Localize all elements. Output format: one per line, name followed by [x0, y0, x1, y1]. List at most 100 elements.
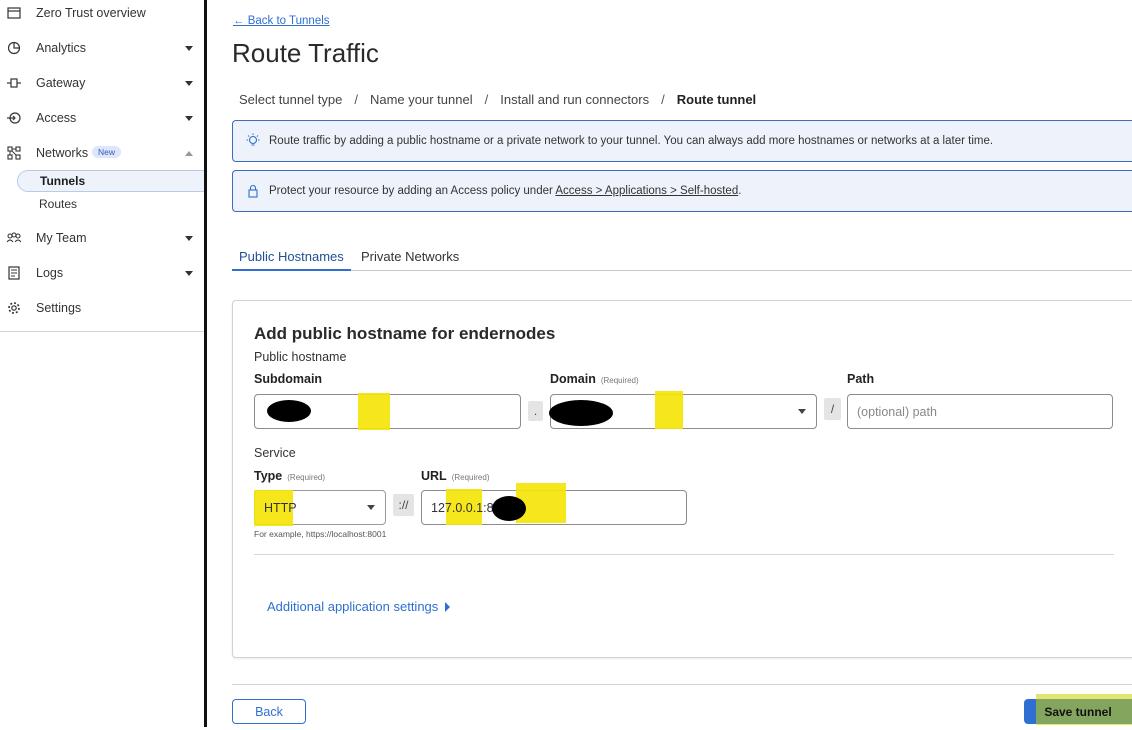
caret-right-icon [445, 601, 451, 612]
required-tag: (Required) [451, 473, 490, 482]
access-info-banner: Protect your resource by adding an Acces… [232, 170, 1132, 212]
sidebar-item-access[interactable]: Access [0, 103, 205, 133]
subdomain-label-text: Subdomain [254, 372, 323, 386]
path-label: Path [847, 372, 874, 386]
breadcrumb: Select tunnel type / Name your tunnel / Inst… [239, 92, 756, 107]
chevron-down-icon [185, 80, 193, 86]
chevron-down-icon [798, 409, 806, 414]
tab-bar: Public Hostnames Private Networks [232, 244, 1132, 271]
lightbulb-icon [245, 133, 261, 149]
network-icon [6, 145, 22, 161]
slash-separator: / [824, 398, 841, 420]
save-tunnel-button[interactable]: Save tunnel [1024, 694, 1132, 725]
subdomain-input[interactable] [254, 393, 521, 430]
step-separator: / [484, 92, 489, 107]
service-type-select[interactable]: HTTP [254, 490, 386, 526]
tab-private-networks[interactable]: Private Networks [354, 244, 466, 271]
domain-label: Domain (Required) [550, 372, 639, 386]
self-hosted-link[interactable]: Access > Applications > Self-hosted [555, 185, 738, 197]
sidebar-item-label: My Team [36, 231, 87, 245]
sidebar-item-label: Networks [36, 146, 89, 160]
card-title: Add public hostname for endernodes [254, 324, 556, 343]
chevron-up-icon [185, 150, 193, 156]
service-heading: Service [254, 446, 296, 460]
access-info-text: Protect your resource by adding an Acces… [269, 185, 741, 197]
step-route-tunnel: Route tunnel [676, 92, 757, 107]
sidebar-item-label: Access [36, 111, 77, 125]
sidebar-item-label: Settings [36, 301, 82, 315]
step-name-your-tunnel: Name your tunnel [369, 92, 473, 107]
redaction-mark [267, 400, 311, 422]
chevron-down-icon [367, 505, 375, 510]
chart-icon [6, 40, 22, 56]
main-content: ← Back to Tunnels Route Traffic Select t… [207, 0, 1132, 730]
url-example-hint: For example, https://localhost:8001 [254, 529, 387, 539]
sidebar-item-tunnels[interactable]: Tunnels [17, 170, 205, 192]
access-info-suffix: . [738, 185, 742, 197]
access-info-prefix: Protect your resource by adding an Acces… [269, 185, 556, 197]
domain-label-text: Domain [550, 372, 596, 386]
chevron-down-icon [185, 270, 193, 276]
tab-public-hostnames[interactable]: Public Hostnames [232, 244, 351, 271]
sidebar-divider [0, 331, 205, 332]
sidebar-item-label: Zero Trust overview [36, 6, 146, 20]
logs-icon [6, 265, 22, 281]
step-install-connectors: Install and run connectors [500, 92, 650, 107]
required-tag: (Required) [287, 473, 326, 482]
dot-separator: . [528, 401, 543, 421]
route-info-banner: Route traffic by adding a public hostnam… [232, 120, 1132, 162]
type-label: Type (Required) [254, 469, 325, 483]
back-to-tunnels-link[interactable]: ← Back to Tunnels [233, 15, 330, 27]
additional-settings-link[interactable]: Additional application settings [267, 599, 451, 614]
sidebar-item-label: Analytics [36, 41, 87, 55]
redaction-mark [549, 400, 613, 426]
card-divider [254, 554, 1114, 555]
path-input[interactable]: (optional) path [847, 394, 1113, 429]
sidebar-item-label: Logs [36, 266, 64, 280]
sidebar-item-gateway[interactable]: Gateway [0, 68, 205, 98]
sidebar-item-routes[interactable]: Routes [17, 193, 205, 215]
lock-icon [245, 183, 261, 199]
path-label-text: Path [847, 372, 875, 386]
sidebar-item-networks[interactable]: Networks New [0, 138, 205, 168]
login-icon [6, 110, 22, 126]
sidebar-item-zero-trust-overview[interactable]: Zero Trust overview [0, 0, 205, 28]
domain-select[interactable] [549, 391, 817, 429]
type-label-text: Type [254, 469, 283, 483]
url-label-text: URL [421, 469, 447, 483]
footer-divider [232, 684, 1132, 685]
service-type-value: HTTP [264, 500, 297, 515]
sidebar: Zero Trust overview Analytics Gateway Ac… [0, 0, 205, 730]
step-separator: / [661, 92, 665, 107]
sidebar-item-label: Gateway [36, 76, 86, 90]
new-badge: New [92, 146, 122, 158]
back-button[interactable]: Back [232, 699, 306, 724]
step-select-tunnel-type: Select tunnel type [239, 92, 343, 107]
highlight-mark [655, 391, 683, 429]
public-hostname-heading: Public hostname [254, 350, 347, 364]
chevron-down-icon [185, 45, 193, 51]
gear-icon [6, 300, 22, 316]
url-label: URL (Required) [421, 469, 490, 483]
gateway-icon [6, 75, 22, 91]
step-separator: / [354, 92, 358, 107]
sidebar-item-logs[interactable]: Logs [0, 258, 205, 288]
scheme-separator: :// [393, 494, 414, 516]
additional-settings-label: Additional application settings [267, 599, 439, 614]
save-tunnel-label: Save tunnel [1044, 704, 1112, 719]
chevron-down-icon [185, 235, 193, 241]
sidebar-item-my-team[interactable]: My Team [0, 223, 205, 253]
redaction-mark [492, 496, 526, 521]
window-icon [6, 5, 22, 21]
service-url-input[interactable]: 127.0.0.1:8 [421, 483, 687, 525]
sidebar-item-settings[interactable]: Settings [0, 293, 205, 323]
highlight-mark [358, 393, 390, 430]
sidebar-item-analytics[interactable]: Analytics [0, 33, 205, 63]
page-title: Route Traffic [232, 38, 379, 68]
route-info-text: Route traffic by adding a public hostnam… [269, 135, 994, 147]
required-tag: (Required) [600, 376, 639, 385]
path-placeholder: (optional) path [857, 404, 937, 419]
service-url-value: 127.0.0.1:8 [431, 500, 494, 515]
subdomain-label: Subdomain [254, 372, 322, 386]
chevron-down-icon [185, 115, 193, 121]
